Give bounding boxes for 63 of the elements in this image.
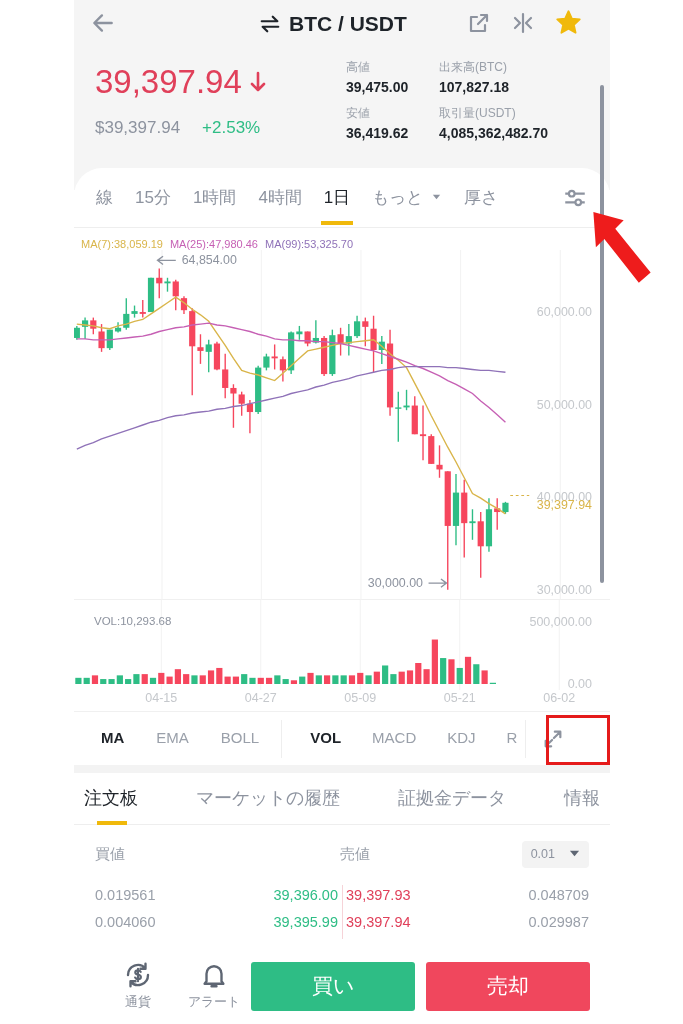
star-icon[interactable]: [555, 9, 582, 36]
indicator-tab[interactable]: MA: [101, 727, 125, 750]
axis-label: 500,000.00: [529, 615, 592, 630]
interval-tab[interactable]: 4時間: [258, 167, 302, 228]
indicator-tab[interactable]: MACD: [372, 727, 417, 750]
pair-title: BTC / USDT: [289, 11, 407, 37]
indicator-tab[interactable]: EMA: [156, 727, 189, 750]
compare-icon[interactable]: [511, 10, 535, 35]
stat-value: 107,827.18: [439, 78, 511, 97]
table-cell-text: 0.029987: [528, 912, 589, 932]
currency-button[interactable]: 通貨: [109, 960, 167, 1012]
book-tab[interactable]: 証拠金データ: [398, 772, 506, 825]
table-cell-text: 39,397.94: [346, 912, 412, 932]
axis-label: 04-15: [145, 691, 178, 705]
book-tab[interactable]: 注文板: [84, 772, 138, 825]
ma-legend: MA(99):53,325.70: [265, 236, 354, 253]
table-cell-text: 39,396.00: [272, 885, 338, 905]
axis-label: 05-21: [443, 691, 476, 705]
book-tab[interactable]: 情報: [564, 772, 600, 825]
axis-label: 0.00: [567, 677, 592, 691]
axis-label: 04-27: [244, 691, 277, 705]
stat-label: 高値: [346, 59, 371, 76]
interval-tab[interactable]: 線: [96, 167, 113, 228]
ma-legend: MA(25):47,980.46: [169, 236, 258, 253]
axis-label: 50,000.00: [536, 397, 592, 412]
interval-tab[interactable]: 1日: [323, 167, 351, 228]
stat-label: 安値: [346, 105, 371, 122]
stat-value: 4,085,362,482.70: [439, 124, 549, 143]
axis-label: 05-09: [344, 691, 377, 705]
book-tab[interactable]: マーケットの履歴: [196, 772, 340, 825]
interval-dropdown[interactable]: もっと: [372, 167, 443, 228]
last-price: 39,397.94: [95, 62, 242, 102]
indicator-tab[interactable]: BOLL: [220, 727, 260, 750]
indicator-tab[interactable]: R: [506, 727, 518, 750]
table-cell-text: 0.004060: [95, 912, 157, 932]
indicator-tab[interactable]: VOL: [310, 727, 342, 750]
ma-legend: MA(7):38,059.19: [81, 236, 163, 253]
usd-price: $39,397.94: [95, 116, 181, 139]
table-cell-text: 0.048709: [528, 885, 589, 905]
interval-tab[interactable]: 15分: [135, 167, 171, 228]
stat-label: 取引量(USDT): [439, 105, 517, 122]
column-header: 売値: [340, 843, 370, 864]
buy-button[interactable]: 買い: [251, 961, 415, 1011]
alert-button[interactable]: アラート: [185, 960, 243, 1012]
stat-label: 出来高(BTC): [439, 59, 508, 76]
axis-label: 60,000.00: [536, 305, 592, 320]
stat-value: 36,419.62: [346, 124, 410, 143]
axis-label: 06-02: [543, 691, 576, 705]
interval-tab[interactable]: 1時間: [192, 167, 237, 228]
table-cell-text: 39,395.99: [272, 912, 338, 932]
sell-button[interactable]: 売却: [426, 961, 590, 1011]
highlight-frame: [546, 715, 610, 765]
axis-label: 30,000.00: [536, 582, 592, 597]
table-cell-text: 39,397.93: [346, 885, 412, 905]
price-line: [509, 495, 530, 497]
precision-dropdown[interactable]: 0.01: [521, 840, 589, 868]
interval-tab[interactable]: 厚さ: [464, 167, 499, 228]
table-cell-text: 0.019561: [95, 885, 157, 905]
stat-value: 39,475.00: [346, 78, 410, 97]
change-percent: +2.53%: [202, 116, 261, 139]
indicator-tab[interactable]: KDJ: [447, 727, 476, 750]
column-header: 買値: [95, 843, 125, 864]
volume-label: VOL:10,293.68: [94, 614, 172, 629]
